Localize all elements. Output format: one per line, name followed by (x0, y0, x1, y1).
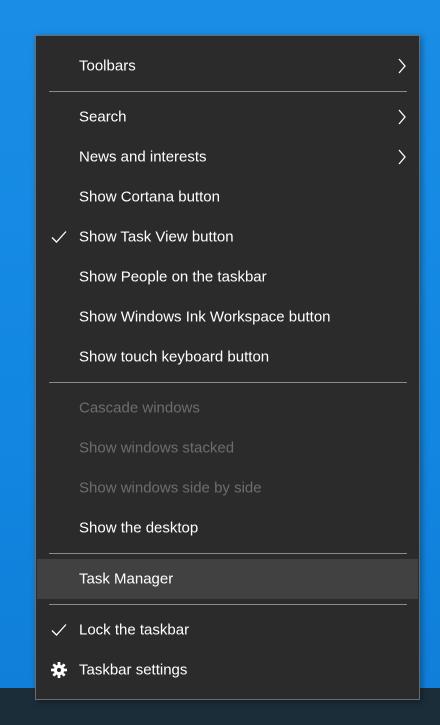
menu-item-show-the-desktop[interactable]: Show the desktop (37, 508, 418, 548)
menu-separator (49, 604, 407, 605)
menu-item-label: Show Task View button (79, 228, 234, 246)
menu-item-task-manager[interactable]: Task Manager (37, 559, 418, 599)
menu-item-show-people[interactable]: Show People on the taskbar (37, 257, 418, 297)
menu-item-label: Show touch keyboard button (79, 348, 270, 366)
menu-item-label: Lock the taskbar (79, 621, 190, 639)
menu-item-label: News and interests (79, 148, 207, 166)
menu-item-label: Show windows side by side (79, 479, 262, 497)
menu-item-label: Show the desktop (79, 519, 199, 537)
menu-item-search[interactable]: Search (37, 97, 418, 137)
menu-item-show-cortana-button[interactable]: Show Cortana button (37, 177, 418, 217)
menu-item-label: Search (79, 108, 127, 126)
chevron-right-icon (398, 58, 406, 74)
menu-item-lock-the-taskbar[interactable]: Lock the taskbar (37, 610, 418, 650)
menu-item-toolbars[interactable]: Toolbars (37, 46, 418, 86)
menu-item-label: Show Windows Ink Workspace button (79, 308, 331, 326)
menu-item-show-windows-stacked: Show windows stacked (37, 428, 418, 468)
menu-item-show-windows-ink[interactable]: Show Windows Ink Workspace button (37, 297, 418, 337)
menu-item-taskbar-settings[interactable]: Taskbar settings (37, 650, 418, 690)
menu-item-label: Toolbars (79, 57, 136, 75)
menu-item-show-touch-keyboard[interactable]: Show touch keyboard button (37, 337, 418, 377)
menu-item-label: Show Cortana button (79, 188, 220, 206)
menu-item-show-windows-side-by-side: Show windows side by side (37, 468, 418, 508)
menu-item-label: Cascade windows (79, 399, 200, 417)
menu-item-cascade-windows: Cascade windows (37, 388, 418, 428)
checkmark-icon (51, 624, 67, 636)
menu-item-label: Task Manager (79, 570, 174, 588)
menu-item-label: Taskbar settings (79, 661, 188, 679)
menu-item-show-task-view-button[interactable]: Show Task View button (37, 217, 418, 257)
menu-item-news-and-interests[interactable]: News and interests (37, 137, 418, 177)
menu-separator (49, 91, 407, 92)
menu-item-label: Show windows stacked (79, 439, 235, 457)
chevron-right-icon (398, 109, 406, 125)
chevron-right-icon (398, 149, 406, 165)
menu-separator (49, 382, 407, 383)
taskbar-context-menu: Toolbars Search News and interests Show … (35, 35, 420, 700)
menu-item-label: Show People on the taskbar (79, 268, 267, 286)
menu-separator (49, 553, 407, 554)
checkmark-icon (51, 231, 67, 243)
gear-icon (51, 662, 67, 678)
